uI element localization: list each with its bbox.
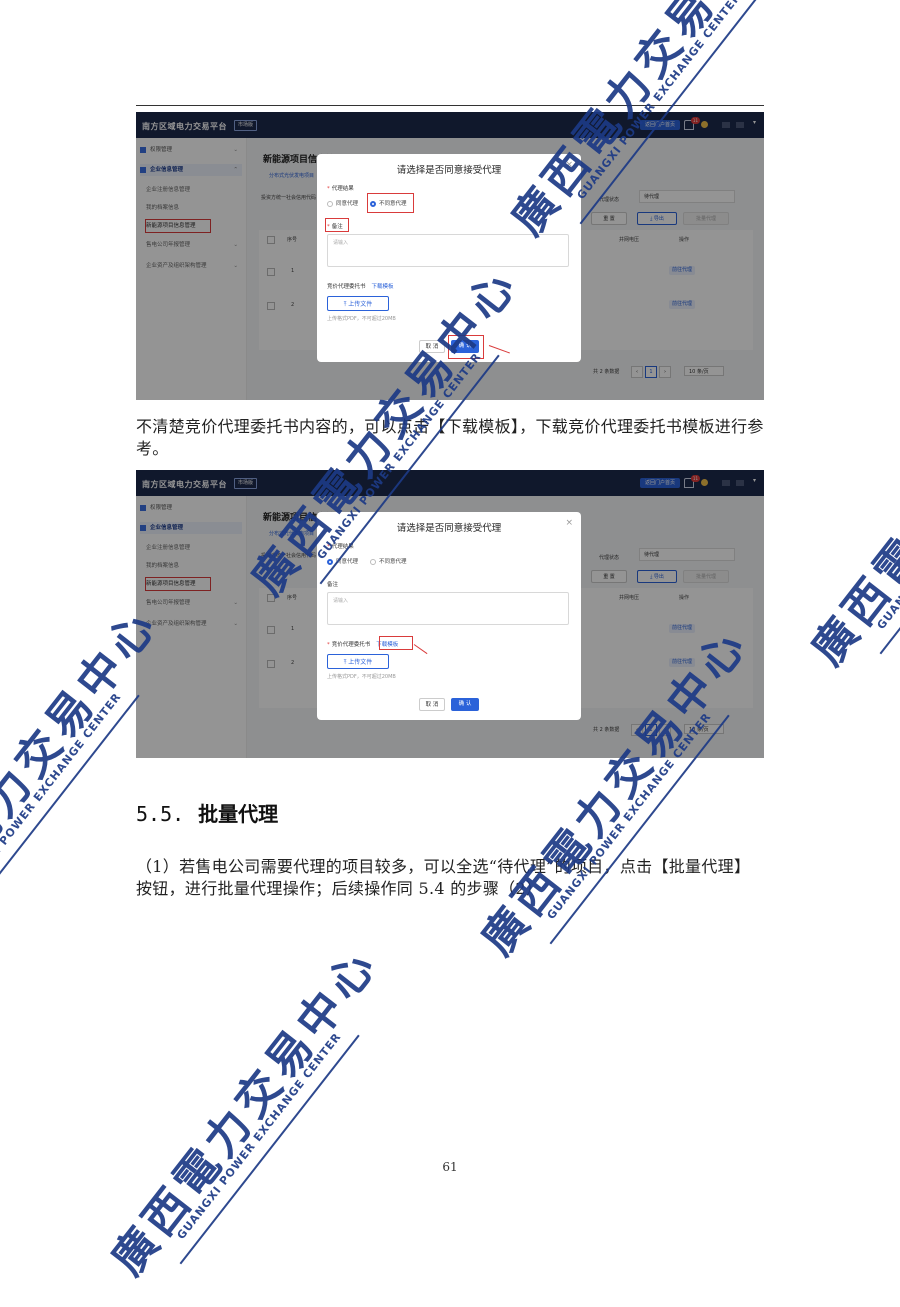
attorney-label: 竞价代理委托书 下载模板: [327, 284, 394, 290]
header-rule: [136, 105, 764, 106]
paragraph-download-template: 不清楚竞价代理委托书内容的，可以点击【下载模板】，下载竞价代理委托书模板进行参考…: [136, 417, 764, 458]
section-number: 5.5.: [136, 802, 185, 826]
radio-disagree[interactable]: 不同意代理: [370, 557, 407, 565]
radio-selected-icon: [327, 558, 333, 565]
pointer-arrow: [413, 644, 428, 655]
remark-input[interactable]: 请输入: [327, 592, 569, 625]
result-label: * 代理结果: [327, 544, 354, 550]
dialog-title: 请选择是否同意接受代理: [396, 165, 502, 176]
close-icon[interactable]: ×: [565, 160, 573, 170]
screenshot-agree: 南方区域电力交易平台 市场版 返回门户首页 11 ▾ 权限管理 企业信息管理 企…: [136, 470, 764, 758]
agent-dialog: 请选择是否同意接受代理 × * 代理结果 同意代理 不同意代理 备注 请输入 * 竞…: [317, 512, 581, 720]
watermark-underline: [0, 694, 140, 925]
highlight-box: [379, 636, 413, 650]
highlight-box: [325, 218, 349, 232]
watermark-underline: [879, 424, 900, 655]
pointer-arrow: [488, 345, 510, 354]
section-title: 批量代理: [198, 802, 279, 826]
remark-input[interactable]: 请输入: [327, 234, 569, 267]
watermark-stamp: 廣西電力交易中心 GUANGXI POWER EXCHANGE CENTER: [0, 598, 169, 967]
dialog-title: 请选择是否同意接受代理: [396, 523, 502, 534]
cancel-button[interactable]: 取 消: [419, 698, 445, 711]
remark-label: 备注: [327, 582, 339, 588]
watermark-underline: [179, 1034, 360, 1265]
download-template-link[interactable]: 下载模板: [372, 284, 394, 290]
highlight-box: [448, 335, 484, 359]
radio-agree[interactable]: 同意代理: [327, 199, 358, 207]
paragraph-batch-agent: （1）若售电公司需要代理的项目较多，可以全选“待代理”的项目，点击【批量代理】按…: [136, 857, 751, 898]
page-number: 61: [442, 1160, 458, 1174]
radio-icon: [370, 558, 376, 565]
close-icon[interactable]: ×: [565, 518, 573, 528]
agent-dialog: 请选择是否同意接受代理 × * 代理结果 同意代理 不同意代理 * 备注 请输入 竞…: [317, 154, 581, 362]
watermark-stamp: 廣西電力交易中心 GUANGXI POWER EXCHANGE CENTER: [776, 328, 900, 697]
cancel-button[interactable]: 取 消: [419, 340, 445, 353]
highlight-box: [367, 193, 414, 213]
section-heading: 5.5. 批量代理: [136, 798, 278, 827]
watermark-en-text: GUANGXI POWER EXCHANGE CENTER: [874, 420, 900, 632]
radio-icon: [327, 200, 333, 207]
result-label: * 代理结果: [327, 186, 354, 192]
upload-button[interactable]: ⤒ 上传文件: [327, 296, 389, 311]
watermark-cn-text: 廣西電力交易中心: [802, 328, 900, 675]
upload-hint: 上传格式PDF，不可超过20MB: [327, 674, 396, 680]
watermark-en-text: GUANGXI POWER EXCHANGE CENTER: [0, 690, 124, 902]
radio-agree[interactable]: 同意代理: [327, 557, 358, 565]
watermark-stamp: 廣西電力交易中心 GUANGXI POWER EXCHANGE CENTER: [76, 938, 388, 1307]
watermark-cn-text: 廣西電力交易中心: [102, 938, 389, 1285]
upload-button[interactable]: ⤒ 上传文件: [327, 654, 389, 669]
upload-hint: 上传格式PDF，不可超过20MB: [327, 316, 396, 322]
watermark-en-text: GUANGXI POWER EXCHANGE CENTER: [174, 1030, 344, 1242]
confirm-button[interactable]: 确 认: [451, 698, 479, 711]
screenshot-disagree: 南方区域电力交易平台 市场版 返回门户首页 11 ▾ 权限管理 ⌄ 企业信息管理 ⌃…: [136, 112, 764, 400]
